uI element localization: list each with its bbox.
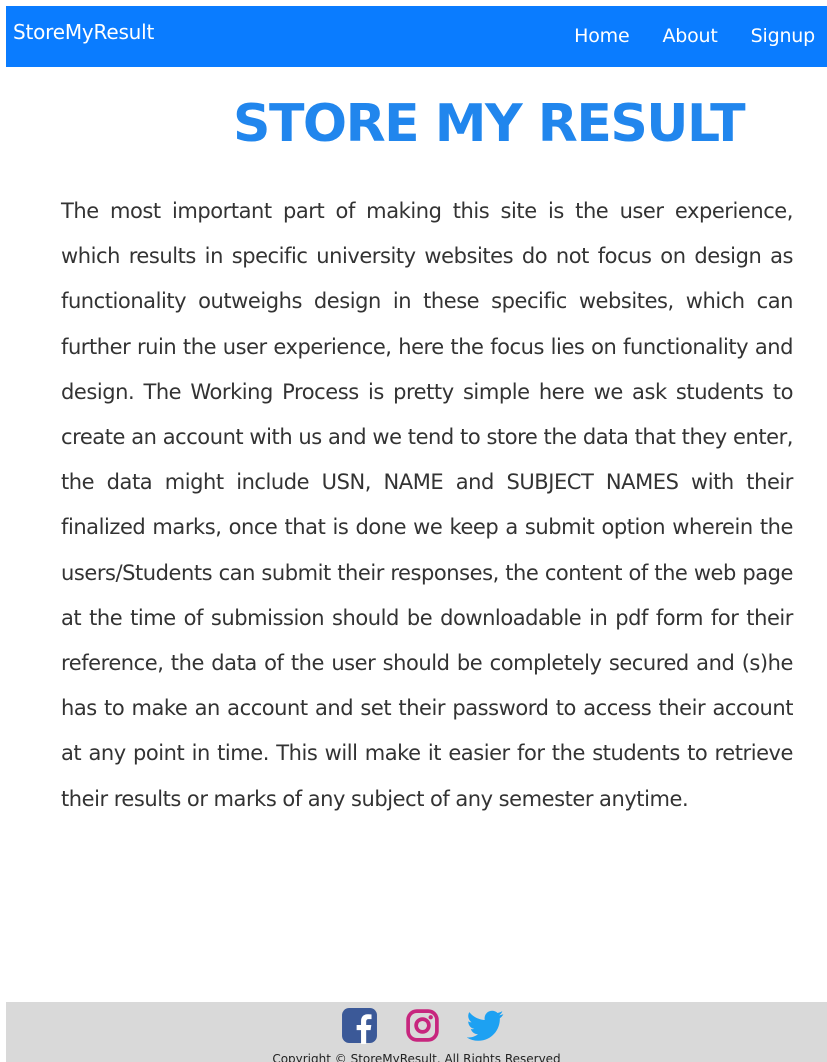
page-title: STORE MY RESULT bbox=[233, 94, 746, 154]
page: StoreMyResult Home About Signup STORE MY… bbox=[0, 0, 827, 1062]
footer: Copyright © StoreMyResult. All Rights Re… bbox=[6, 1002, 827, 1062]
social-links bbox=[341, 1007, 504, 1044]
nav-links: Home About Signup bbox=[574, 24, 815, 48]
nav-link-about[interactable]: About bbox=[662, 24, 717, 48]
facebook-icon[interactable] bbox=[341, 1007, 378, 1044]
twitter-icon[interactable] bbox=[467, 1007, 504, 1044]
navbar: StoreMyResult Home About Signup bbox=[6, 6, 827, 67]
nav-link-signup[interactable]: Signup bbox=[751, 24, 816, 48]
instagram-icon[interactable] bbox=[404, 1007, 441, 1044]
nav-link-home[interactable]: Home bbox=[574, 24, 630, 48]
brand-link[interactable]: StoreMyResult bbox=[13, 20, 154, 44]
copyright-text: Copyright © StoreMyResult. All Rights Re… bbox=[272, 1052, 561, 1062]
site-description: The most important part of making this s… bbox=[61, 199, 793, 811]
